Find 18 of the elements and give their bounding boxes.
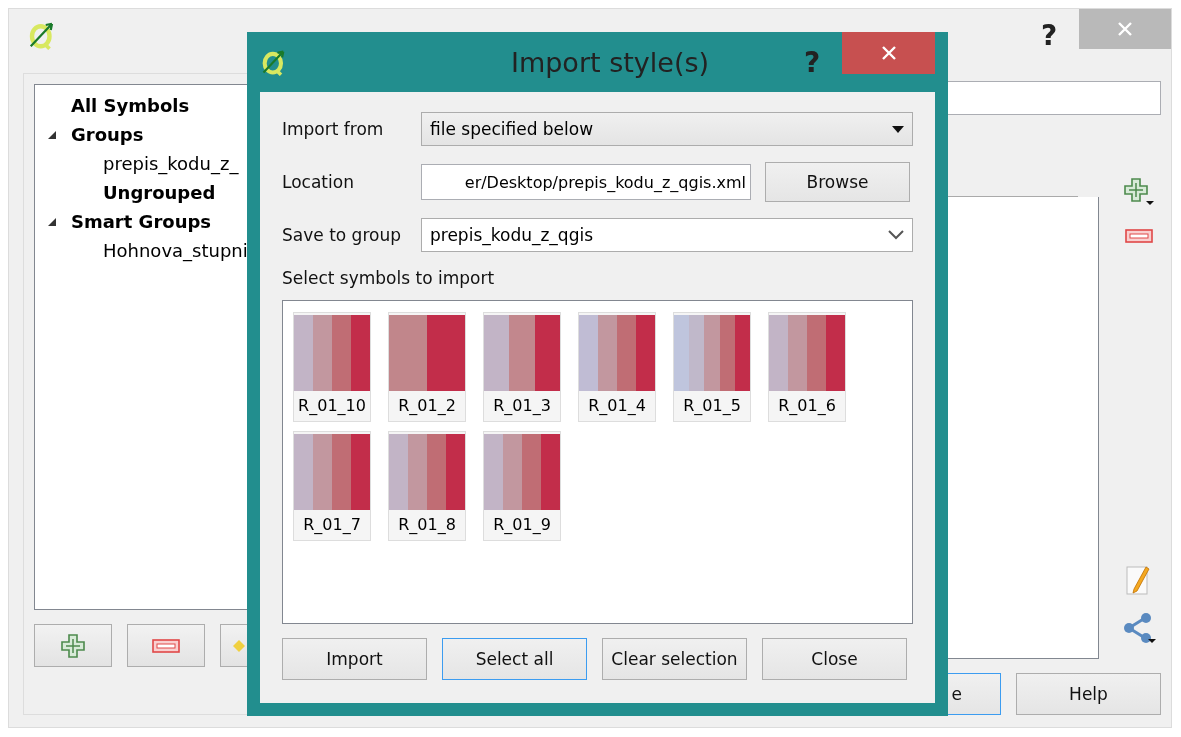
tree-item-label: Smart Groups xyxy=(71,211,212,232)
symbol-name: R_01_8 xyxy=(398,515,456,534)
symbol-name: R_01_10 xyxy=(298,396,366,415)
symbol-name: R_01_2 xyxy=(398,396,456,415)
symbol-name: R_01_9 xyxy=(493,515,551,534)
symbol-name: R_01_6 xyxy=(778,396,836,415)
field-label: Location xyxy=(282,172,355,192)
field-label: Import from xyxy=(282,119,385,139)
symbol-name: R_01_5 xyxy=(683,396,741,415)
symbol-name: R_01_3 xyxy=(493,396,551,415)
symbol-name: R_01_4 xyxy=(588,396,646,415)
tree-item-label: prepis_kodu_z_ xyxy=(103,153,239,174)
symbol-name: R_01_7 xyxy=(303,515,361,534)
tree-item-label: Groups xyxy=(71,124,144,145)
section-label: Select symbols to import xyxy=(282,268,496,288)
field-label: Save to group xyxy=(282,225,402,245)
tree-item-label: All Symbols xyxy=(71,95,190,116)
dialog-title: Import style(s) xyxy=(509,46,711,78)
